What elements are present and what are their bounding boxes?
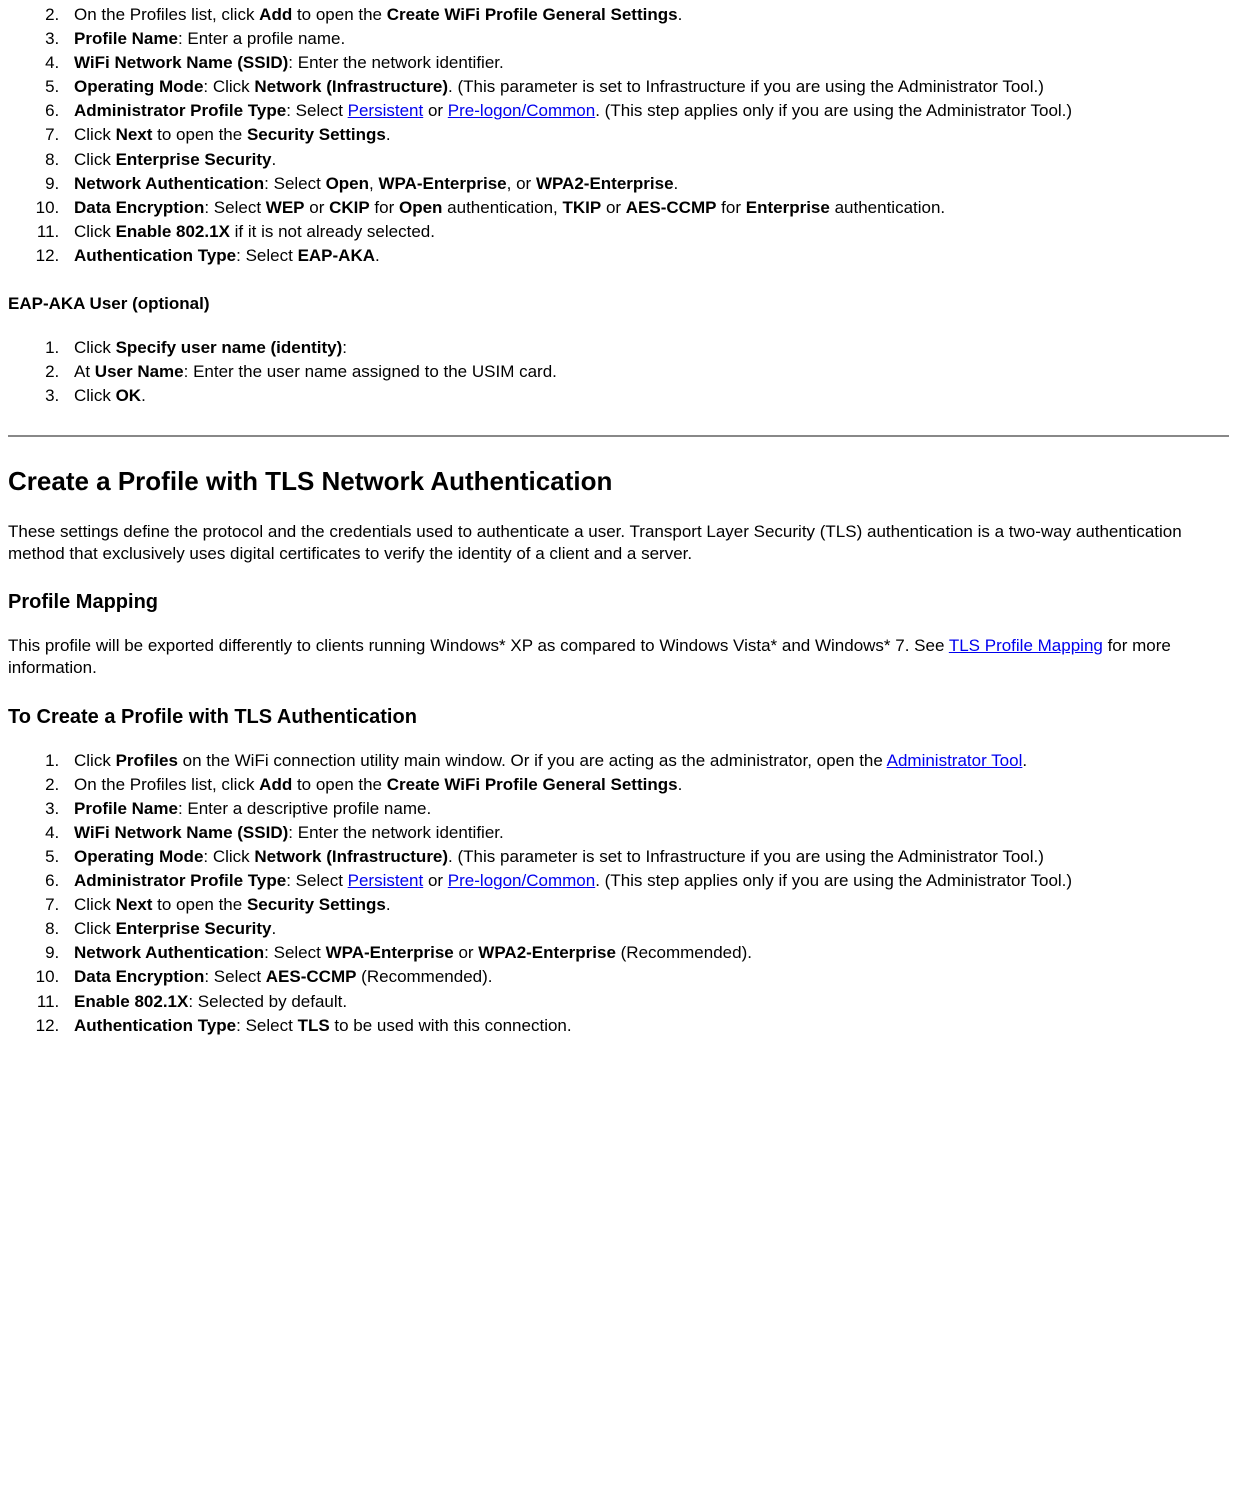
list-item: Data Encryption: Select AES-CCMP (Recomm… [64,966,1229,988]
list-item: Click Profiles on the WiFi connection ut… [64,750,1229,772]
list-item: At User Name: Enter the user name assign… [64,361,1229,383]
list-item: Authentication Type: Select EAP-AKA. [64,245,1229,267]
profile-mapping-paragraph: This profile will be exported differentl… [8,635,1229,679]
tls-description: These settings define the protocol and t… [8,521,1229,565]
list-item: Administrator Profile Type: Select Persi… [64,870,1229,892]
list-item: Click OK. [64,385,1229,407]
divider [8,435,1229,437]
eap-aka-setup-list: On the Profiles list, click Add to open … [8,4,1229,267]
tls-heading: Create a Profile with TLS Network Authen… [8,465,1229,499]
link[interactable]: Persistent [348,101,424,120]
list-item: Data Encryption: Select WEP or CKIP for … [64,197,1229,219]
list-item: Click Specify user name (identity): [64,337,1229,359]
list-item: Authentication Type: Select TLS to be us… [64,1015,1229,1037]
list-item: Click Next to open the Security Settings… [64,894,1229,916]
list-item: WiFi Network Name (SSID): Enter the netw… [64,52,1229,74]
text: This profile will be exported differentl… [8,636,949,655]
eap-aka-user-list: Click Specify user name (identity):At Us… [8,337,1229,407]
eap-aka-user-heading: EAP-AKA User (optional) [8,293,1229,315]
list-item: On the Profiles list, click Add to open … [64,774,1229,796]
list-item: Click Enable 802.1X if it is not already… [64,221,1229,243]
link[interactable]: Persistent [348,871,424,890]
list-item: Click Enterprise Security. [64,149,1229,171]
list-item: Operating Mode: Click Network (Infrastru… [64,76,1229,98]
tls-profile-mapping-link[interactable]: TLS Profile Mapping [949,636,1103,655]
list-item: Profile Name: Enter a profile name. [64,28,1229,50]
tls-setup-list: Click Profiles on the WiFi connection ut… [8,750,1229,1037]
list-item: Profile Name: Enter a descriptive profil… [64,798,1229,820]
link[interactable]: Administrator Tool [887,751,1023,770]
list-item: Administrator Profile Type: Select Persi… [64,100,1229,122]
list-item: On the Profiles list, click Add to open … [64,4,1229,26]
list-item: Network Authentication: Select Open, WPA… [64,173,1229,195]
to-create-tls-heading: To Create a Profile with TLS Authenticat… [8,704,1229,730]
link[interactable]: Pre-logon/Common [448,101,595,120]
link[interactable]: Pre-logon/Common [448,871,595,890]
list-item: Enable 802.1X: Selected by default. [64,991,1229,1013]
list-item: WiFi Network Name (SSID): Enter the netw… [64,822,1229,844]
list-item: Operating Mode: Click Network (Infrastru… [64,846,1229,868]
list-item: Click Next to open the Security Settings… [64,124,1229,146]
profile-mapping-heading: Profile Mapping [8,589,1229,615]
list-item: Click Enterprise Security. [64,918,1229,940]
list-item: Network Authentication: Select WPA-Enter… [64,942,1229,964]
